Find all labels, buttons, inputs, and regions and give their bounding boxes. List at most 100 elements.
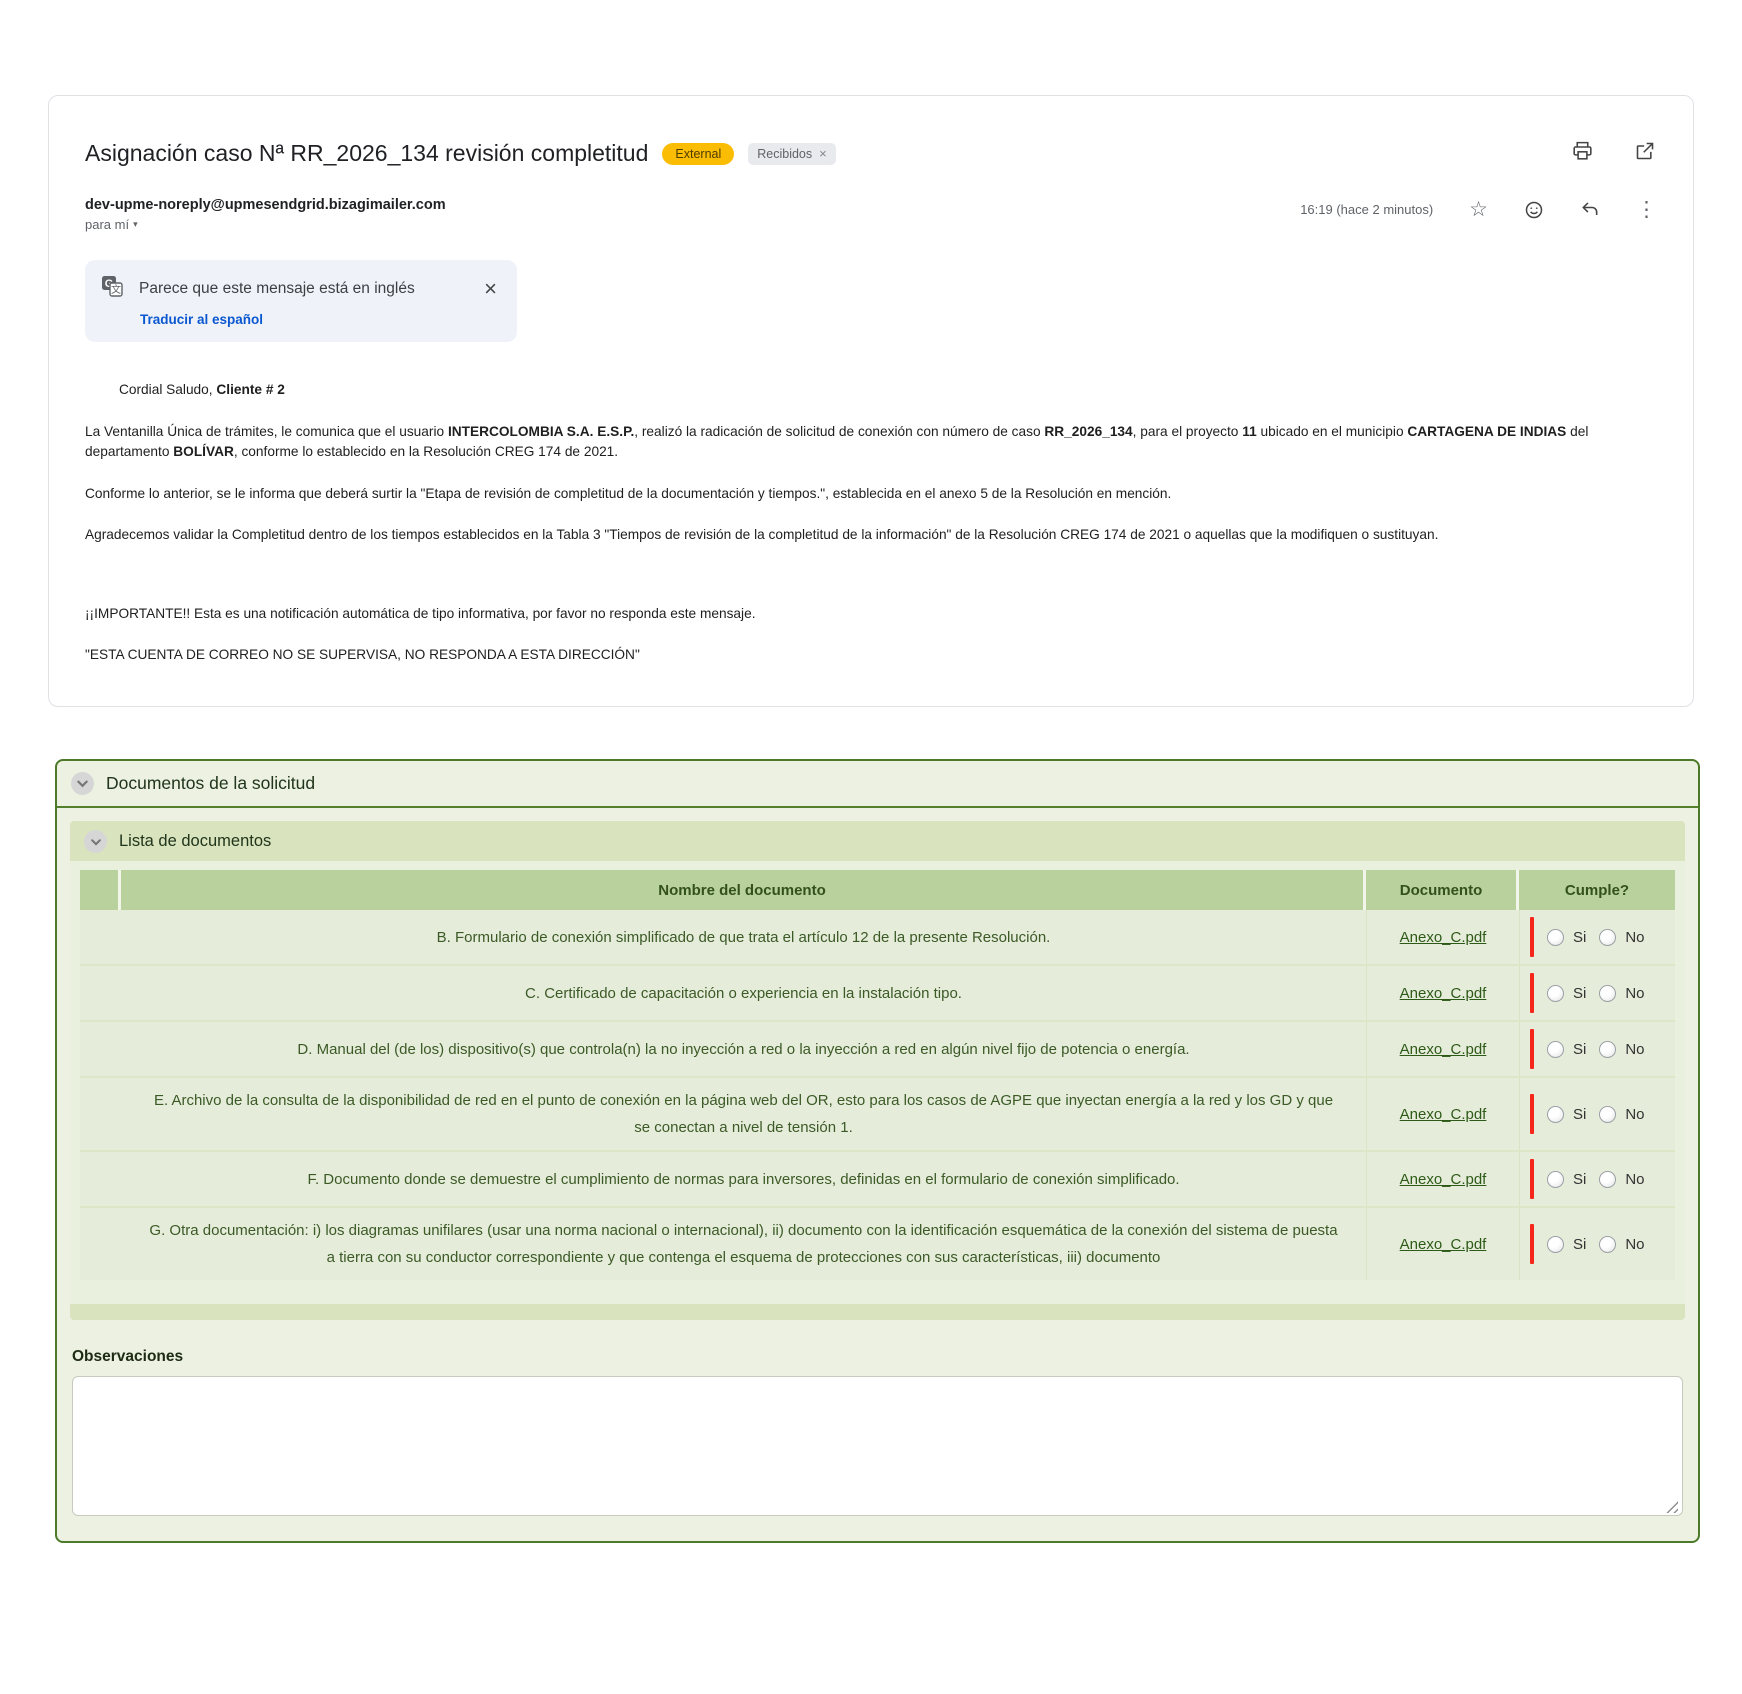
radio-label-si: Si xyxy=(1573,929,1586,946)
document-list-subpanel: Lista de documentos Nombre del documento… xyxy=(70,821,1685,1320)
radio-no[interactable] xyxy=(1599,1106,1616,1123)
option-no: No xyxy=(1599,929,1644,946)
document-list-header[interactable]: Lista de documentos xyxy=(70,821,1685,861)
option-si: Si xyxy=(1547,1171,1586,1188)
document-cell: Anexo_C.pdf xyxy=(1366,1208,1519,1280)
document-link[interactable]: Anexo_C.pdf xyxy=(1400,1236,1487,1253)
required-marker xyxy=(1530,973,1534,1013)
document-name: C. Certificado de capacitación o experie… xyxy=(121,966,1366,1020)
subpanel-title: Lista de documentos xyxy=(119,832,271,851)
cumple-cell: Si No xyxy=(1519,1208,1675,1280)
header-cell-document: Documento xyxy=(1366,870,1516,910)
document-link[interactable]: Anexo_C.pdf xyxy=(1400,1171,1487,1188)
radio-label-no: No xyxy=(1625,985,1644,1002)
collapse-list-icon[interactable] xyxy=(84,830,107,853)
option-no: No xyxy=(1599,1041,1644,1058)
sender-email[interactable]: dev-upme-noreply@upmesendgrid.bizagimail… xyxy=(85,197,446,213)
table-body: B. Formulario de conexión simplificado d… xyxy=(80,910,1675,1280)
table-header-row: Nombre del documento Documento Cumple? xyxy=(80,870,1675,910)
recipient-text: para mí xyxy=(85,217,129,232)
row-cell-empty xyxy=(80,910,121,964)
radio-label-si: Si xyxy=(1573,1236,1586,1253)
svg-text:文: 文 xyxy=(111,283,121,296)
radio-no[interactable] xyxy=(1599,1236,1616,1253)
option-no: No xyxy=(1599,1106,1644,1123)
option-si: Si xyxy=(1547,1106,1586,1123)
radio-si[interactable] xyxy=(1547,1106,1564,1123)
observations-textarea[interactable] xyxy=(72,1376,1683,1516)
external-badge: External xyxy=(662,143,734,165)
email-message-card: Asignación caso Nª RR_2026_134 revisión … xyxy=(48,95,1694,707)
radio-no[interactable] xyxy=(1599,985,1616,1002)
page: Asignación caso Nª RR_2026_134 revisión … xyxy=(0,95,1742,1543)
header-cell-empty xyxy=(80,870,118,910)
option-si: Si xyxy=(1547,1041,1586,1058)
remove-label-icon[interactable]: × xyxy=(819,147,827,160)
document-cell: Anexo_C.pdf xyxy=(1366,966,1519,1020)
required-marker xyxy=(1530,1224,1534,1264)
radio-no[interactable] xyxy=(1599,1171,1616,1188)
radio-label-si: Si xyxy=(1573,1106,1586,1123)
label-recibidos[interactable]: Recibidos × xyxy=(748,143,835,165)
radio-label-no: No xyxy=(1625,929,1644,946)
document-link[interactable]: Anexo_C.pdf xyxy=(1400,929,1487,946)
radio-si[interactable] xyxy=(1547,1041,1564,1058)
option-no: No xyxy=(1599,1236,1644,1253)
recipient-details-toggle[interactable]: para mí ▾ xyxy=(85,217,138,232)
document-link[interactable]: Anexo_C.pdf xyxy=(1400,985,1487,1002)
table-row: B. Formulario de conexión simplificado d… xyxy=(80,910,1675,964)
email-body: Cordial Saludo, Cliente # 2 La Ventanill… xyxy=(85,380,1657,666)
radio-si[interactable] xyxy=(1547,985,1564,1002)
table-row: D. Manual del (de los) dispositivo(s) qu… xyxy=(80,1020,1675,1076)
close-banner-icon[interactable]: × xyxy=(480,278,501,300)
documents-table: Nombre del documento Documento Cumple? B… xyxy=(70,861,1685,1304)
radio-label-si: Si xyxy=(1573,1171,1586,1188)
document-cell: Anexo_C.pdf xyxy=(1366,1152,1519,1206)
email-timestamp: 16:19 (hace 2 minutos) xyxy=(1300,202,1433,217)
translate-action-link[interactable]: Traducir al español xyxy=(140,312,263,327)
radio-label-no: No xyxy=(1625,1236,1644,1253)
option-no: No xyxy=(1599,1171,1644,1188)
radio-si[interactable] xyxy=(1547,929,1564,946)
document-name: E. Archivo de la consulta de la disponib… xyxy=(121,1078,1366,1150)
star-icon[interactable]: ☆ xyxy=(1469,199,1488,220)
radio-no[interactable] xyxy=(1599,1041,1616,1058)
documents-panel-header[interactable]: Documentos de la solicitud xyxy=(57,761,1698,808)
document-link[interactable]: Anexo_C.pdf xyxy=(1400,1041,1487,1058)
emoji-reaction-icon[interactable] xyxy=(1524,200,1544,220)
row-cell-empty xyxy=(80,1208,121,1280)
radio-no[interactable] xyxy=(1599,929,1616,946)
document-link[interactable]: Anexo_C.pdf xyxy=(1400,1106,1487,1123)
greeting-text: Cordial Saludo, xyxy=(119,382,213,397)
table-row: E. Archivo de la consulta de la disponib… xyxy=(80,1076,1675,1150)
radio-si[interactable] xyxy=(1547,1171,1564,1188)
more-options-icon[interactable]: ⋮ xyxy=(1636,199,1657,220)
option-si: Si xyxy=(1547,1236,1586,1253)
required-marker xyxy=(1530,917,1534,957)
document-name: D. Manual del (de los) dispositivo(s) qu… xyxy=(121,1022,1366,1076)
no-reply-warning: "ESTA CUENTA DE CORREO NO SE SUPERVISA, … xyxy=(85,645,1657,666)
print-icon[interactable] xyxy=(1572,140,1593,161)
greeting-client: Cliente # 2 xyxy=(216,382,284,397)
header-cell-name: Nombre del documento xyxy=(121,870,1363,910)
collapse-section-icon[interactable] xyxy=(71,772,94,795)
observations-label: Observaciones xyxy=(72,1348,1683,1366)
reply-icon[interactable] xyxy=(1580,200,1600,220)
header-cell-cumple: Cumple? xyxy=(1519,870,1675,910)
chevron-down-icon: ▾ xyxy=(133,219,138,230)
row-cell-empty xyxy=(80,1022,121,1076)
radio-si[interactable] xyxy=(1547,1236,1564,1253)
translate-banner: G 文 Parece que este mensaje está en ingl… xyxy=(85,260,517,342)
open-in-new-icon[interactable] xyxy=(1635,140,1655,161)
observations-field xyxy=(72,1376,1683,1521)
body-paragraph-1: La Ventanilla Única de trámites, le comu… xyxy=(85,422,1657,463)
document-name: G. Otra documentación: i) los diagramas … xyxy=(121,1208,1366,1280)
radio-label-no: No xyxy=(1625,1171,1644,1188)
document-cell: Anexo_C.pdf xyxy=(1366,1022,1519,1076)
row-cell-empty xyxy=(80,1078,121,1150)
email-subject: Asignación caso Nª RR_2026_134 revisión … xyxy=(85,140,648,167)
required-marker xyxy=(1530,1029,1534,1069)
option-no: No xyxy=(1599,985,1644,1002)
label-recibidos-text: Recibidos xyxy=(757,147,812,161)
option-si: Si xyxy=(1547,929,1586,946)
